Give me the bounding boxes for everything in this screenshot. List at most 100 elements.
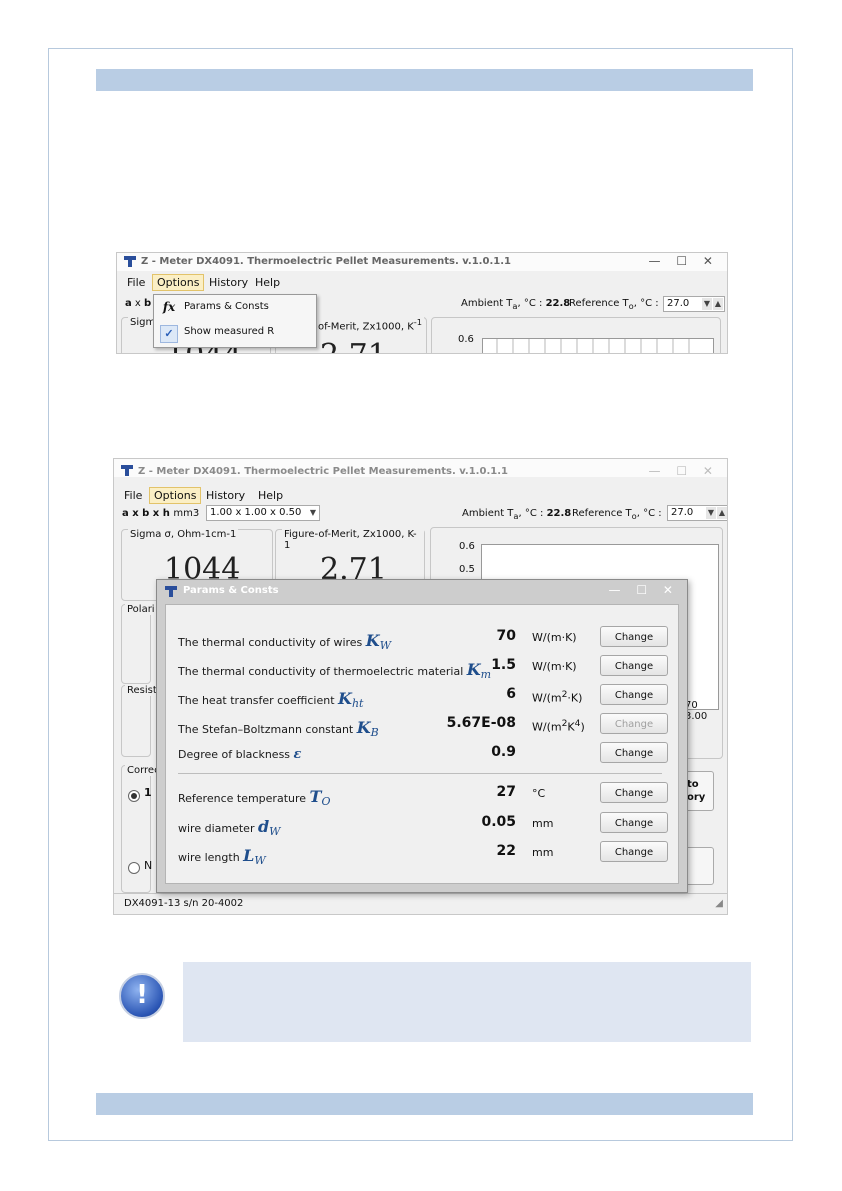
separator bbox=[178, 773, 662, 774]
reference-label: Reference To, °C : bbox=[572, 508, 662, 521]
resist-label: Resist bbox=[125, 685, 159, 696]
menu-bar: File Options History Help bbox=[114, 486, 727, 506]
status-bar: DX4091-13 s/n 20-4002 ◢ bbox=[114, 893, 727, 914]
menu-options[interactable]: Options bbox=[149, 487, 202, 504]
menu-history[interactable]: History bbox=[202, 488, 249, 503]
header-band bbox=[96, 69, 753, 91]
param-value: 0.05 bbox=[481, 814, 516, 830]
param-label: The thermal conductivity of thermoelectr… bbox=[178, 660, 492, 682]
options-dropdown: fx Params & Consts ✓ Show measured R bbox=[153, 294, 317, 348]
reference-spinner[interactable]: 27.0 ▼ ▲ bbox=[663, 296, 725, 312]
param-label: The heat transfer coefficient Kht bbox=[178, 689, 364, 711]
window-title: Z - Meter DX4091. Thermoelectric Pellet … bbox=[138, 466, 508, 477]
param-unit: W/(m·K) bbox=[532, 631, 577, 644]
param-unit: °C bbox=[532, 787, 546, 800]
spin-up-icon[interactable]: ▲ bbox=[713, 298, 723, 310]
param-label: wire diameter dW bbox=[178, 817, 281, 839]
param-value: 70 bbox=[496, 628, 516, 644]
zfom-value: 2.71 bbox=[320, 338, 387, 353]
menu-item-params-consts[interactable]: fx Params & Consts bbox=[154, 296, 316, 320]
size-label: a x b bbox=[125, 298, 152, 309]
reference-spinner[interactable]: 27.0 ▼ ▲ bbox=[667, 505, 727, 521]
options-menu-screenshot: Z - Meter DX4091. Thermoelectric Pellet … bbox=[116, 252, 728, 354]
menu-item-label: Show measured R bbox=[184, 326, 275, 337]
size-select[interactable]: 1.00 x 1.00 x 0.50 ▼ bbox=[206, 505, 320, 521]
param-unit: mm bbox=[532, 846, 554, 859]
spin-down-icon[interactable]: ▼ bbox=[702, 298, 712, 310]
param-unit: mm bbox=[532, 817, 554, 830]
resize-grip-icon[interactable]: ◢ bbox=[715, 898, 723, 909]
window-controls[interactable]: — ☐ ✕ bbox=[649, 464, 719, 478]
zfom-label-partial: of-Merit, Zx1000, K-1 bbox=[316, 317, 425, 333]
exclamation-icon: ! bbox=[119, 973, 165, 1019]
title-bar: Z - Meter DX4091. Thermoelectric Pellet … bbox=[117, 253, 727, 271]
change-button[interactable]: Change bbox=[600, 626, 668, 647]
chart-group: 0.6 bbox=[431, 317, 721, 353]
dialog-window-controls[interactable]: — ☐ ✕ bbox=[609, 583, 679, 597]
chevron-down-icon[interactable]: ▼ bbox=[308, 507, 318, 519]
toolbar-row: a x b x h mm3 1.00 x 1.00 x 0.50 ▼ Ambie… bbox=[114, 504, 727, 524]
menu-bar: File Options History Help bbox=[117, 273, 727, 293]
history-button[interactable]: to ory bbox=[684, 771, 714, 811]
chart-ytick: 0.5 bbox=[459, 564, 475, 575]
sigma-label: Sigma σ, Ohm-1cm-1 bbox=[128, 529, 239, 540]
params-consts-dialog: Params & Consts — ☐ ✕ The thermal conduc… bbox=[156, 579, 688, 893]
param-value: 6 bbox=[506, 686, 516, 702]
param-value: 27 bbox=[496, 784, 516, 800]
param-row-kw: The thermal conductivity of wires KW 70 … bbox=[178, 625, 668, 653]
fx-icon: fx bbox=[162, 300, 176, 314]
menu-history[interactable]: History bbox=[205, 275, 252, 290]
radio-n[interactable] bbox=[128, 862, 140, 874]
app-icon bbox=[165, 586, 177, 597]
resist-group: Resist bbox=[121, 685, 159, 757]
change-button[interactable]: Change bbox=[600, 812, 668, 833]
param-unit: W/(m·K) bbox=[532, 660, 577, 673]
reference-value: 27.0 bbox=[671, 507, 694, 518]
radio-1[interactable] bbox=[128, 790, 140, 802]
polarity-group: Polari bbox=[121, 604, 157, 684]
param-value: 0.9 bbox=[491, 744, 516, 760]
menu-item-label: Params & Consts bbox=[184, 301, 269, 312]
change-button[interactable]: Change bbox=[600, 841, 668, 862]
change-button[interactable]: Change bbox=[600, 684, 668, 705]
spin-up-icon[interactable]: ▲ bbox=[717, 507, 727, 519]
menu-options[interactable]: Options bbox=[152, 274, 205, 291]
change-button[interactable]: Change bbox=[600, 655, 668, 676]
radio-1-label: 1 bbox=[144, 786, 152, 799]
param-row-blackness: Degree of blackness ε 0.9 Change bbox=[178, 741, 668, 767]
change-button[interactable]: Change bbox=[600, 742, 668, 763]
param-value: 1.5 bbox=[491, 657, 516, 673]
param-label: wire length LW bbox=[178, 846, 266, 868]
dialog-title: Params & Consts bbox=[183, 585, 279, 596]
spin-down-icon[interactable]: ▼ bbox=[706, 507, 716, 519]
param-value: 5.67E-08 bbox=[446, 715, 516, 731]
menu-file[interactable]: File bbox=[120, 488, 146, 503]
chart-ytick: 0.6 bbox=[458, 334, 474, 345]
window-title: Z - Meter DX4091. Thermoelectric Pellet … bbox=[141, 256, 511, 267]
param-row-lw: wire length LW 22 mm Change bbox=[178, 840, 668, 868]
info-callout-box bbox=[183, 962, 751, 1042]
menu-help[interactable]: Help bbox=[254, 488, 287, 503]
window-controls[interactable]: — ☐ ✕ bbox=[649, 254, 719, 268]
param-label: The thermal conductivity of wires KW bbox=[178, 631, 392, 653]
menu-file[interactable]: File bbox=[123, 275, 149, 290]
param-row-dw: wire diameter dW 0.05 mm Change bbox=[178, 811, 668, 839]
param-row-km: The thermal conductivity of thermoelectr… bbox=[178, 654, 668, 682]
side-button[interactable] bbox=[684, 847, 714, 885]
menu-item-show-measured-r[interactable]: ✓ Show measured R bbox=[154, 321, 316, 345]
change-button-disabled: Change bbox=[600, 713, 668, 734]
ambient-label: Ambient Ta, °C : 22.8 bbox=[461, 298, 571, 311]
app-icon bbox=[124, 256, 136, 267]
checkmark-icon: ✓ bbox=[160, 325, 178, 343]
footer-band bbox=[96, 1093, 753, 1115]
change-button[interactable]: Change bbox=[600, 782, 668, 803]
size-label: a x b x h mm3 bbox=[122, 508, 200, 519]
param-row-to: Reference temperature TO 27 °C Change bbox=[178, 781, 668, 809]
menu-help[interactable]: Help bbox=[251, 275, 284, 290]
reference-value: 27.0 bbox=[667, 298, 690, 309]
size-value: 1.00 x 1.00 x 0.50 bbox=[210, 507, 302, 518]
param-label: Reference temperature TO bbox=[178, 787, 331, 809]
title-bar: Z - Meter DX4091. Thermoelectric Pellet … bbox=[114, 459, 727, 478]
param-unit: W/(m2·K) bbox=[532, 689, 583, 705]
param-row-kb: The Stefan–Boltzmann constant KB 5.67E-0… bbox=[178, 712, 668, 739]
